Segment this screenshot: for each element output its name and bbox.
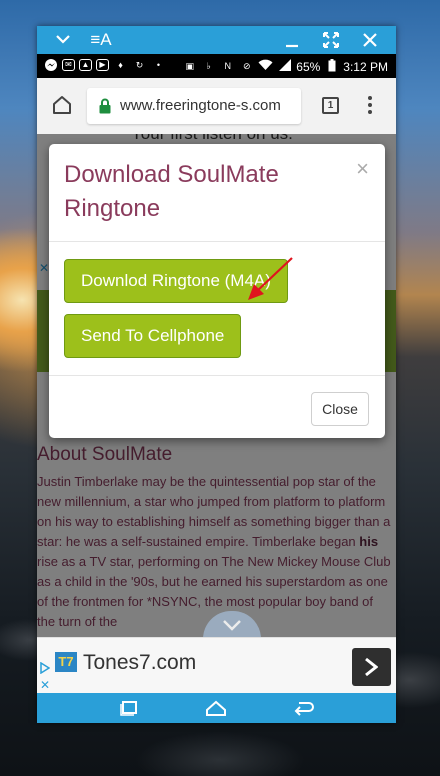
navigation-bar xyxy=(37,693,396,723)
chevron-down-icon xyxy=(223,620,241,631)
battery-icon xyxy=(324,59,339,74)
modal-close-icon[interactable]: × xyxy=(356,158,369,180)
recent-apps-icon[interactable] xyxy=(119,699,139,722)
url-text: www.freeringtone-s.com xyxy=(120,97,281,114)
ad-open-button[interactable] xyxy=(352,648,391,686)
mute-icon: ⊘ xyxy=(242,61,251,71)
messenger-icon xyxy=(43,58,58,73)
ad-title[interactable]: Tones7.com xyxy=(83,651,196,675)
battery-percent: 65% xyxy=(296,59,321,74)
browser-menu-icon[interactable] xyxy=(367,94,373,116)
wifi-icon xyxy=(258,59,273,74)
font-size-toggle[interactable]: ≡A xyxy=(89,26,113,54)
maximize-arrows-icon[interactable] xyxy=(322,26,340,54)
status-bar: ✉ ▲ ▶ ♦ ↻ • ▣ ♭ N ⊘ 65% 3:12 PM xyxy=(37,54,396,78)
tab-switcher-button[interactable]: 1 xyxy=(322,97,339,114)
chevron-right-icon xyxy=(365,657,378,677)
browser-toolbar: www.freeringtone-s.com 1 xyxy=(37,78,396,134)
modal-footer-divider xyxy=(49,375,385,376)
app-window: ≡A ✉ ▲ ▶ ♦ ↻ • ▣ ♭ N ⊘ 65% 3:12 PM www.f… xyxy=(37,26,396,723)
more-notifications-icon: • xyxy=(156,60,161,70)
message-icon: ✉ xyxy=(62,59,75,71)
close-button[interactable]: Close xyxy=(311,392,369,426)
ad-close-icon[interactable]: ✕ xyxy=(40,679,50,691)
clock: 3:12 PM xyxy=(343,59,388,74)
usb-icon: ♦ xyxy=(118,60,123,70)
cast-icon: ▣ xyxy=(185,61,195,71)
ad-banner[interactable]: ✕ T7 Tones7.com xyxy=(37,637,396,693)
signal-icon xyxy=(277,59,292,74)
home-icon[interactable] xyxy=(51,94,73,116)
modal-header-divider xyxy=(49,241,385,242)
back-icon[interactable] xyxy=(293,699,315,722)
download-modal: Download SoulMate Ringtone × Downlod Rin… xyxy=(49,144,385,438)
home-nav-icon[interactable] xyxy=(204,699,228,722)
modal-title: Download SoulMate Ringtone xyxy=(64,161,279,222)
youtube-icon: ▶ xyxy=(96,59,109,71)
minimize-icon[interactable] xyxy=(284,26,302,54)
ad-choices-icon[interactable] xyxy=(40,661,51,679)
address-bar[interactable]: www.freeringtone-s.com xyxy=(87,88,301,124)
lock-icon xyxy=(99,98,111,114)
sync-icon: ↻ xyxy=(135,60,144,70)
bluetooth-icon: ♭ xyxy=(206,61,211,71)
photo-icon: ▲ xyxy=(79,59,92,71)
window-title-bar: ≡A xyxy=(37,26,396,54)
collapse-chevron-icon[interactable] xyxy=(55,26,75,54)
close-window-icon[interactable] xyxy=(362,26,380,54)
tones7-logo: T7 xyxy=(55,652,77,672)
send-to-cellphone-button[interactable]: Send To Cellphone xyxy=(64,314,242,358)
red-arrow-annotation xyxy=(248,257,293,300)
nfc-icon: N xyxy=(224,61,232,71)
